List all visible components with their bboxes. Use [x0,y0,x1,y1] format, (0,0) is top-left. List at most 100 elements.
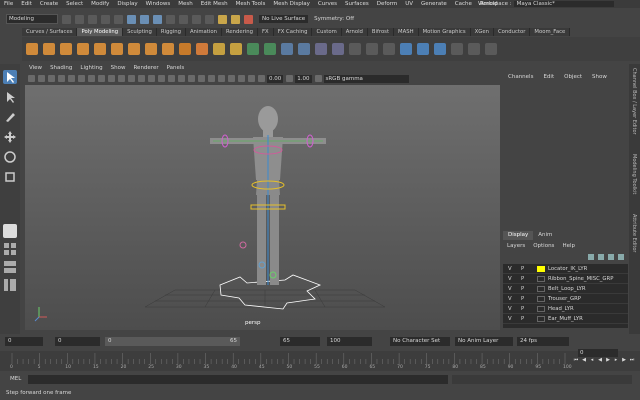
shelf-tab-fx-caching[interactable]: FX Caching [273,28,313,36]
smooth-shade-icon[interactable] [138,75,145,82]
menu-windows[interactable]: Windows [142,1,175,7]
menu-select[interactable]: Select [62,1,87,7]
go-to-start-icon[interactable]: ⏮ [572,356,580,364]
step-back-key-icon[interactable]: ◀ [580,356,588,364]
shelf-tab-fx[interactable]: FX [258,28,274,36]
bookmark-icon[interactable] [48,75,55,82]
layer-row[interactable]: V P Trouser_GRP [503,294,628,304]
super-shape-icon[interactable] [179,43,191,55]
svg-tool-icon[interactable] [230,43,242,55]
shelf-tab-rigging[interactable]: Rigging [156,28,186,36]
playback-toggle[interactable]: P [521,296,529,302]
uv-editor-icon[interactable] [451,43,463,55]
shelf-tab-bifrost[interactable]: Bifrost [367,28,395,36]
symmetry-field[interactable]: Symmetry: Off [314,16,354,22]
menu-edit[interactable]: Edit [17,1,36,7]
render-settings-icon[interactable] [244,14,253,24]
planar-map-icon[interactable] [468,43,480,55]
shelf-tab-conductor[interactable]: Conductor [493,28,531,36]
menu-mesh[interactable]: Mesh [174,1,196,7]
snap-view-icon[interactable] [205,14,214,24]
auto-map-icon[interactable] [485,43,497,55]
playback-toggle[interactable]: P [521,276,529,282]
paint-select-icon[interactable] [3,110,17,124]
go-to-end-icon[interactable]: ⏭ [628,356,636,364]
snap-grid-icon[interactable] [166,14,175,24]
viewport-menu-renderer[interactable]: Renderer [129,65,162,71]
move-layer-up-icon[interactable] [588,254,594,260]
menu-help[interactable]: Help [558,243,579,249]
new-layer-selected-icon[interactable] [618,254,624,260]
visibility-toggle[interactable]: V [508,306,516,312]
menuset-dropdown[interactable]: Modeling [6,14,58,24]
select-object-icon[interactable] [140,14,149,24]
playback-start-field[interactable]: 0 [55,336,100,346]
playback-toggle[interactable]: P [521,316,529,322]
anti-aliasing-icon[interactable] [208,75,215,82]
move-tool-icon[interactable] [3,130,17,144]
step-back-icon[interactable]: ◂ [588,356,596,364]
tab-anim[interactable]: Anim [533,231,557,240]
menu-layers[interactable]: Layers [503,243,529,249]
layout-outliner-icon[interactable] [3,278,17,292]
layer-color-swatch[interactable] [537,265,545,272]
channel-box-menu-show[interactable]: Show [587,74,612,80]
tab-attribute-editor[interactable]: Attribute Editor [631,214,637,252]
open-scene-icon[interactable] [75,14,84,24]
redo-icon[interactable] [114,14,123,24]
viewport-menu-lighting[interactable]: Lighting [76,65,106,71]
poly-cube-icon[interactable] [43,43,55,55]
shelf-tab-moom-face[interactable]: Moom_Face [530,28,571,36]
channel-box-menu-edit[interactable]: Edit [538,74,559,80]
playback-end-field[interactable]: 65 [280,336,320,346]
menu-deform[interactable]: Deform [373,1,401,7]
script-language-label[interactable]: MEL [0,376,28,382]
wireframe-on-shaded-icon[interactable] [148,75,155,82]
tab-display[interactable]: Display [503,231,534,240]
snap-curve-icon[interactable] [179,14,188,24]
menu-surfaces[interactable]: Surfaces [341,1,373,7]
layer-color-swatch[interactable] [537,315,545,322]
workspace-selector[interactable]: Workspace : Maya Classic* [478,0,614,8]
character-set-field[interactable]: No Character Set [390,336,450,346]
poly-sphere-icon[interactable] [26,43,38,55]
select-hierarchy-icon[interactable] [127,14,136,24]
playback-toggle[interactable]: P [521,306,529,312]
exposure-icon[interactable] [258,75,265,82]
target-weld-icon[interactable] [417,43,429,55]
layout-single-icon[interactable] [3,224,17,238]
scale-tool-icon[interactable] [3,170,17,184]
snap-point-icon[interactable] [192,14,201,24]
field-chart-icon[interactable] [108,75,115,82]
menu-create[interactable]: Create [36,1,62,7]
poly-cylinder-icon[interactable] [60,43,72,55]
camera-select-icon[interactable] [28,75,35,82]
tab-channel-box[interactable]: Channel Box / Layer Editor [631,68,637,135]
visibility-toggle[interactable]: V [508,266,516,272]
move-layer-down-icon[interactable] [598,254,604,260]
rotate-tool-icon[interactable] [3,150,17,164]
menu-uv[interactable]: UV [401,1,417,7]
persp-viewport[interactable] [25,85,500,330]
play-back-icon[interactable]: ◀ [596,356,604,364]
command-input[interactable] [28,374,448,384]
layout-four-icon[interactable] [3,242,17,256]
motion-blur-icon[interactable] [198,75,205,82]
image-plane-icon[interactable] [58,75,65,82]
start-time-field[interactable]: 0 [5,336,43,346]
layer-row[interactable]: V P Head_LYR [503,304,628,314]
tab-modeling-toolkit[interactable]: Modeling Toolkit [631,154,637,194]
range-slider[interactable]: 0 65 [105,336,240,346]
isolate-select-icon[interactable] [218,75,225,82]
safe-action-icon[interactable] [118,75,125,82]
live-surface-field[interactable]: No Live Surface [259,15,309,23]
shelf-tab-animation[interactable]: Animation [185,28,222,36]
viewport-menu-view[interactable]: View [25,65,46,71]
combine-icon[interactable] [247,43,259,55]
color-management-icon[interactable] [314,75,322,82]
platonic-solid-icon[interactable] [145,43,157,55]
camera-attributes-icon[interactable] [38,75,45,82]
textured-icon[interactable] [158,75,165,82]
film-gate-icon[interactable] [78,75,85,82]
extrude-icon[interactable] [349,43,361,55]
